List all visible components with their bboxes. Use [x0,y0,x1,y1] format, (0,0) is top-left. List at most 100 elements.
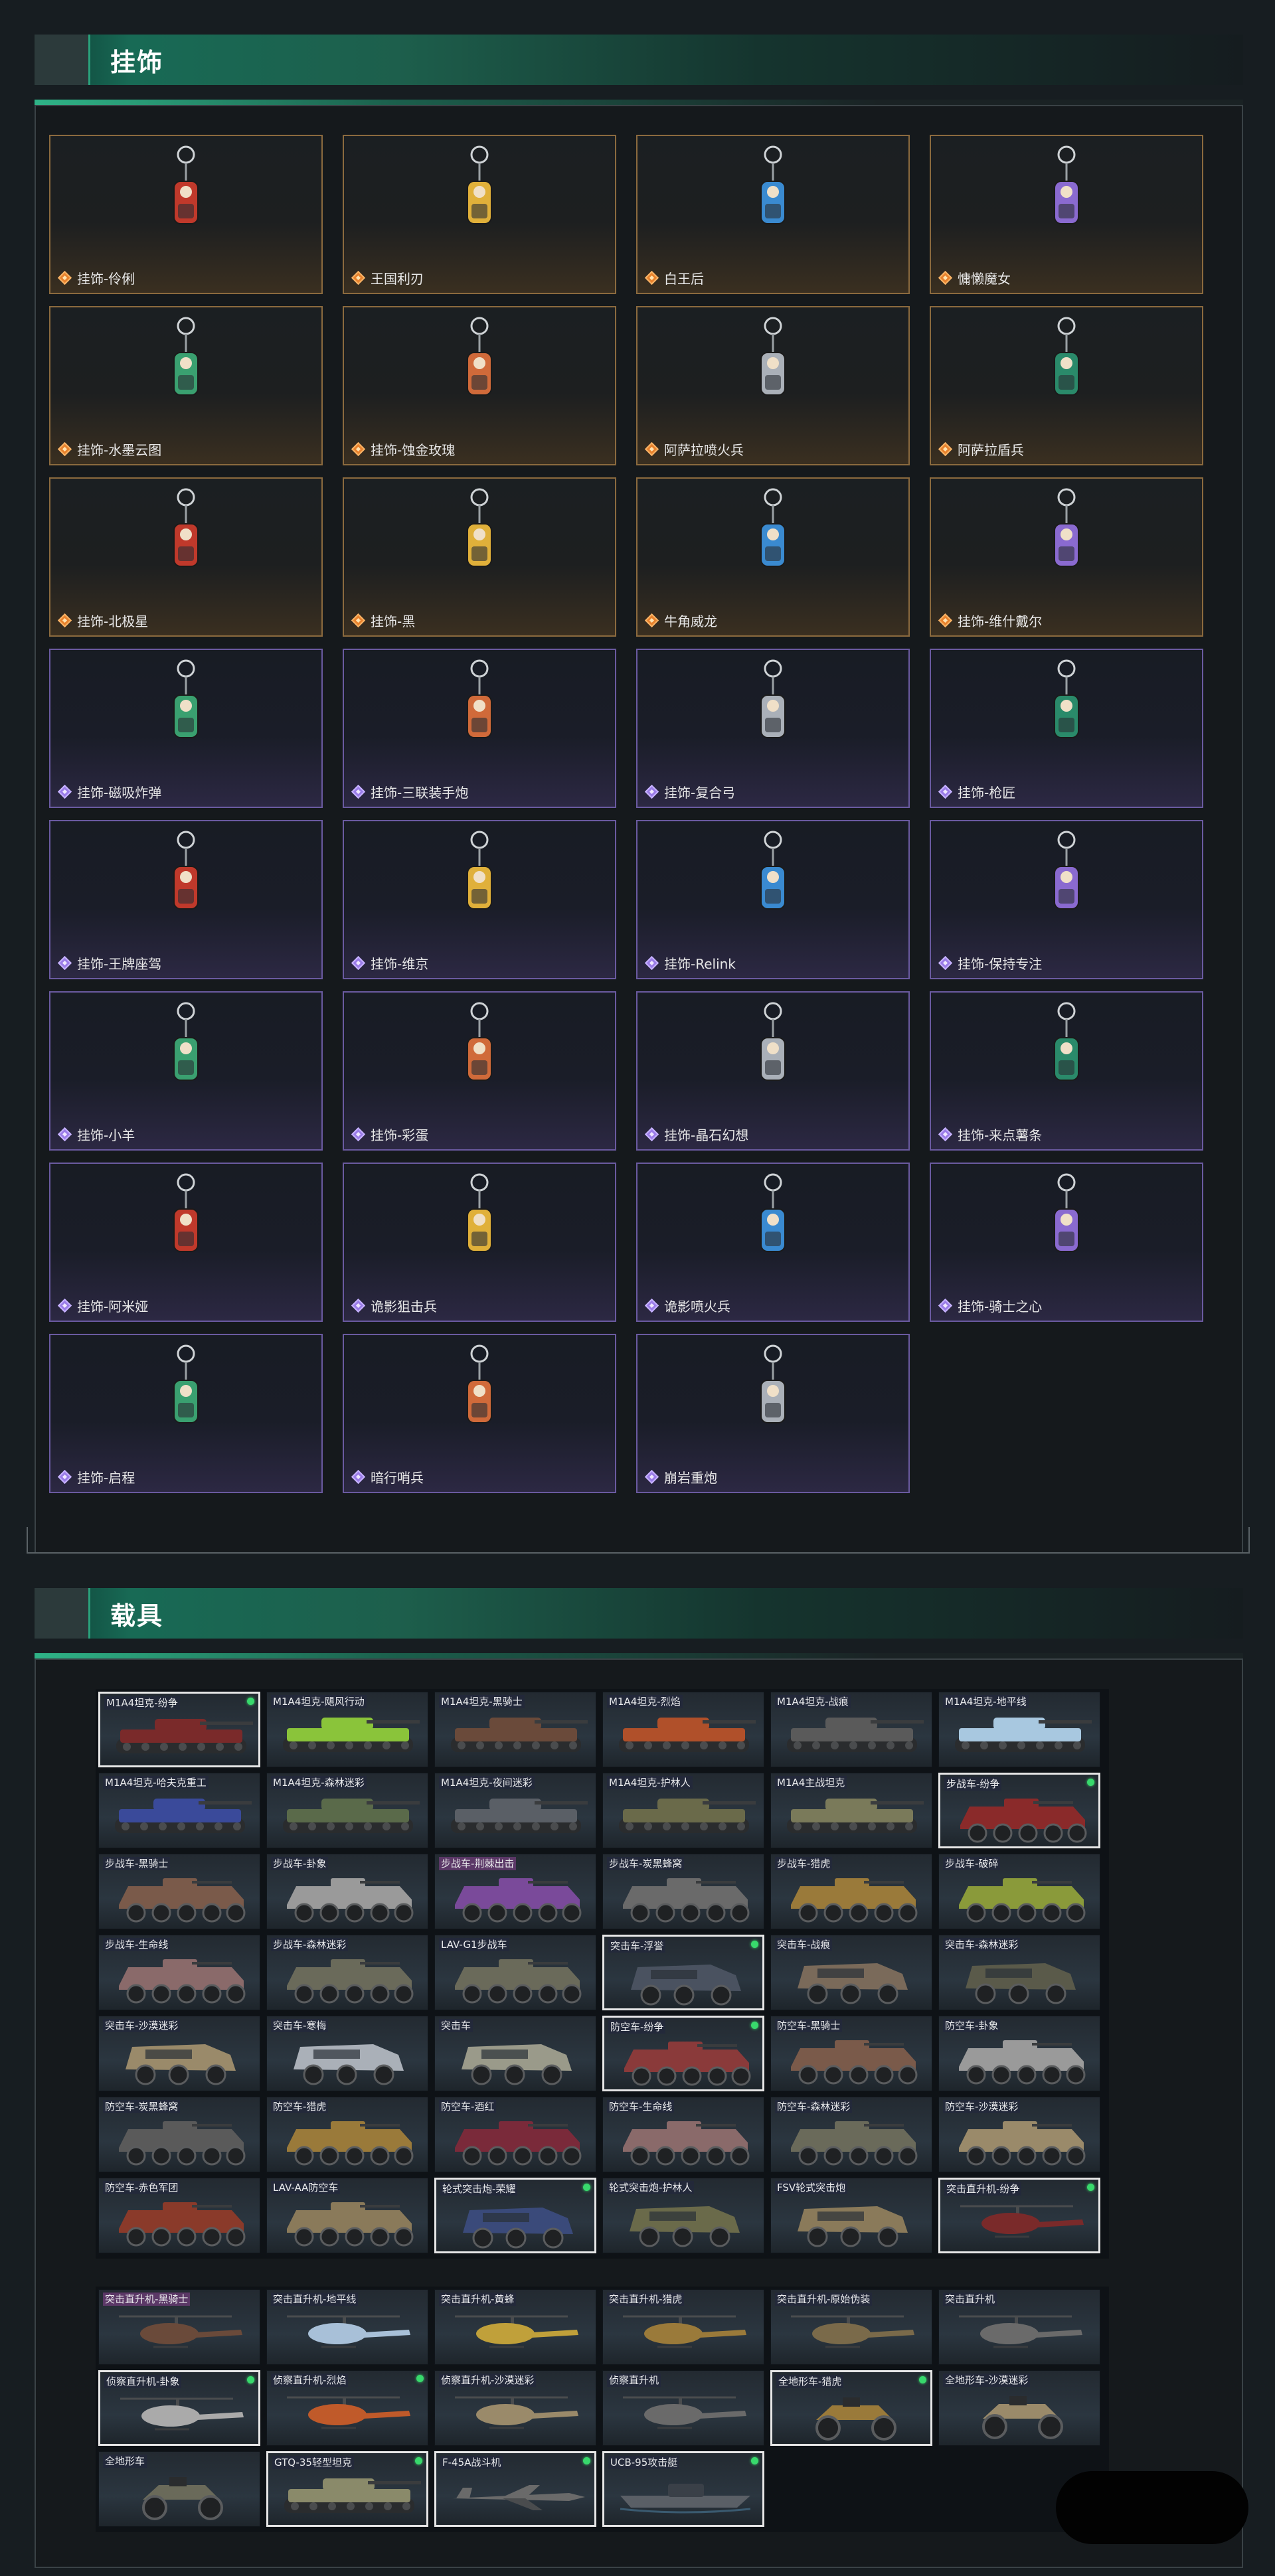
vehicle-tile[interactable]: M1A4坦克-护林人 [602,1773,764,1848]
pendant-card[interactable]: 挂饰-启程 [49,1334,323,1493]
pendant-card[interactable]: 挂饰-保持专注 [930,820,1203,979]
pendant-card[interactable]: 白王后 [636,135,910,294]
pendant-card[interactable]: 挂饰-复合弓 [636,649,910,808]
sniper-figure-icon [450,1170,509,1283]
vehicle-tile[interactable]: M1A4坦克-地平线 [938,1692,1100,1767]
pendant-card[interactable]: 挂饰-彩蛋 [343,991,616,1151]
vehicle-tile[interactable]: 突击车 [434,2016,596,2091]
pendant-card[interactable]: 挂饰-维什戴尔 [930,477,1203,637]
pendant-card[interactable]: 挂饰-伶俐 [49,135,323,294]
pendant-card[interactable]: 挂饰-磁吸炸弹 [49,649,323,808]
vehicle-tile[interactable]: 轮式突击炮-护林人 [602,2178,764,2253]
pendant-label: 暗行哨兵 [351,1467,424,1487]
vehicle-tile[interactable]: 防空车-炭黑蜂窝 [98,2097,260,2172]
vehicle-tile[interactable]: M1A4坦克-哈夫克重工 [98,1773,260,1848]
pendant-card[interactable]: 挂饰-黑 [343,477,616,637]
lamb-charm-icon [156,999,216,1112]
pendant-card[interactable]: 挂饰-枪匠 [930,649,1203,808]
vehicle-tile[interactable]: 防空车-猎虎 [266,2097,428,2172]
owned-indicator-icon [247,1698,254,1705]
pendant-card[interactable]: 阿萨拉喷火兵 [636,306,910,465]
pendant-card[interactable]: 挂饰-阿米娅 [49,1163,323,1322]
vehicle-tile[interactable]: 突击车-寒梅 [266,2016,428,2091]
vehicle-tile[interactable]: 防空车-沙漠迷彩 [938,2097,1100,2172]
vehicle-tile[interactable]: 突击直升机 [938,2289,1100,2365]
vehicle-tile[interactable]: 突击直升机-猎虎 [602,2289,764,2365]
pendant-card[interactable]: 崩岩重炮 [636,1334,910,1493]
vehicle-tile[interactable]: LAV-G1步战车 [434,1935,596,2010]
vehicle-tile[interactable]: 步战车-破碎 [938,1854,1100,1929]
vehicle-tile[interactable]: 防空车-生命线 [602,2097,764,2172]
vehicle-tile[interactable]: 侦察直升机 [602,2370,764,2446]
vehicle-tile[interactable]: 步战车-纷争 [938,1773,1100,1848]
vehicle-tile[interactable]: 防空车-赤色军团 [98,2178,260,2253]
vehicle-tile[interactable]: M1A4坦克-森林迷彩 [266,1773,428,1848]
vehicle-tile[interactable]: 突击车-浮誉 [602,1935,764,2010]
pendant-card[interactable]: 王国利刃 [343,135,616,294]
vehicle-tile[interactable]: 突击车-战痕 [770,1935,932,2010]
vehicle-tile[interactable]: 全地形车-沙漠迷彩 [938,2370,1100,2446]
vehicle-tile[interactable]: 侦察直升机-烈焰 [266,2370,428,2446]
vehicle-label: M1A4坦克-飓风行动 [271,1695,367,1708]
pendant-card[interactable]: 慵懒魔女 [930,135,1203,294]
vehicle-tile[interactable]: M1A4坦克-烈焰 [602,1692,764,1767]
vehicle-tile[interactable]: 防空车-卦象 [938,2016,1100,2091]
vehicle-tile[interactable]: M1A4坦克-黑骑士 [434,1692,596,1767]
pendant-label: 崩岩重炮 [644,1467,717,1487]
vehicle-tile[interactable]: UCB-95攻击艇 [602,2451,764,2527]
pendant-card[interactable]: 牛角威龙 [636,477,910,637]
vehicle-tile[interactable]: M1A4坦克-飓风行动 [266,1692,428,1767]
vehicle-tile[interactable]: M1A4主战坦克 [770,1773,932,1848]
vehicle-tile[interactable]: 侦察直升机-卦象 [98,2370,260,2446]
vehicle-tile[interactable]: 防空车-黑骑士 [770,2016,932,2091]
vehicle-tile[interactable]: 防空车-森林迷彩 [770,2097,932,2172]
pendant-card[interactable]: 挂饰-晶石幻想 [636,991,910,1151]
vehicle-tile[interactable]: 步战车-卦象 [266,1854,428,1929]
vehicle-tile[interactable]: 防空车-纷争 [602,2016,764,2091]
vehicle-tile[interactable]: 突击直升机-黑骑士 [98,2289,260,2365]
orange-rarity-icon [57,271,72,285]
vehicle-tile[interactable]: 突击车-沙漠迷彩 [98,2016,260,2091]
pendant-card[interactable]: 挂饰-北极星 [49,477,323,637]
vehicle-tile[interactable]: 步战车-猎虎 [770,1854,932,1929]
vehicle-tile[interactable]: 步战车-荆棘出击 [434,1854,596,1929]
vehicle-tile[interactable]: 突击直升机-地平线 [266,2289,428,2365]
pendant-label: 挂饰-北极星 [57,611,148,630]
vehicle-tile[interactable]: LAV-AA防空车 [266,2178,428,2253]
vehicle-tile[interactable]: GTQ-35轻型坦克 [266,2451,428,2527]
vehicle-tile[interactable]: 突击直升机-黄蜂 [434,2289,596,2365]
vehicle-tile[interactable]: 全地形车-猎虎 [770,2370,932,2446]
vehicle-tile[interactable]: 步战车-生命线 [98,1935,260,2010]
heli-vehicle-icon [455,2396,578,2429]
vehicle-tile[interactable]: 侦察直升机-沙漠迷彩 [434,2370,596,2446]
vehicle-tile[interactable]: 突击直升机-原始伪装 [770,2289,932,2365]
vehicle-tile[interactable]: 防空车-酒红 [434,2097,596,2172]
pendant-card[interactable]: 挂饰-Relink [636,820,910,979]
pendant-card[interactable]: 阿萨拉盾兵 [930,306,1203,465]
vehicle-tile[interactable]: M1A4坦克-纷争 [98,1692,260,1767]
vehicle-tile[interactable]: FSV轮式突击炮 [770,2178,932,2253]
pendant-card[interactable]: 挂饰-三联装手炮 [343,649,616,808]
purple-rarity-icon [644,1470,659,1485]
pendant-card[interactable]: 挂饰-蚀金玫瑰 [343,306,616,465]
pendant-card[interactable]: 诡影狙击兵 [343,1163,616,1322]
relink-charm-icon [743,828,803,941]
pendant-card[interactable]: 挂饰-小羊 [49,991,323,1151]
pendant-card[interactable]: 挂饰-水墨云图 [49,306,323,465]
vehicle-tile[interactable]: 全地形车 [98,2451,260,2527]
pendant-card[interactable]: 诡影喷火兵 [636,1163,910,1322]
vehicle-tile[interactable]: 突击直升机-纷争 [938,2178,1100,2253]
pendant-card[interactable]: 暗行哨兵 [343,1334,616,1493]
vehicle-tile[interactable]: 步战车-黑骑士 [98,1854,260,1929]
pendant-card[interactable]: 挂饰-维京 [343,820,616,979]
pendant-card[interactable]: 挂饰-来点薯条 [930,991,1203,1151]
vehicle-tile[interactable]: M1A4坦克-战痕 [770,1692,932,1767]
pendant-card[interactable]: 挂饰-王牌座驾 [49,820,323,979]
vehicle-tile[interactable]: 突击车-森林迷彩 [938,1935,1100,2010]
vehicle-tile[interactable]: 轮式突击炮-荣耀 [434,2178,596,2253]
vehicle-tile[interactable]: 步战车-森林迷彩 [266,1935,428,2010]
vehicle-tile[interactable]: F-45A战斗机 [434,2451,596,2527]
pendant-card[interactable]: 挂饰-骑士之心 [930,1163,1203,1322]
vehicle-tile[interactable]: M1A4坦克-夜间迷彩 [434,1773,596,1848]
vehicle-tile[interactable]: 步战车-炭黑蜂窝 [602,1854,764,1929]
